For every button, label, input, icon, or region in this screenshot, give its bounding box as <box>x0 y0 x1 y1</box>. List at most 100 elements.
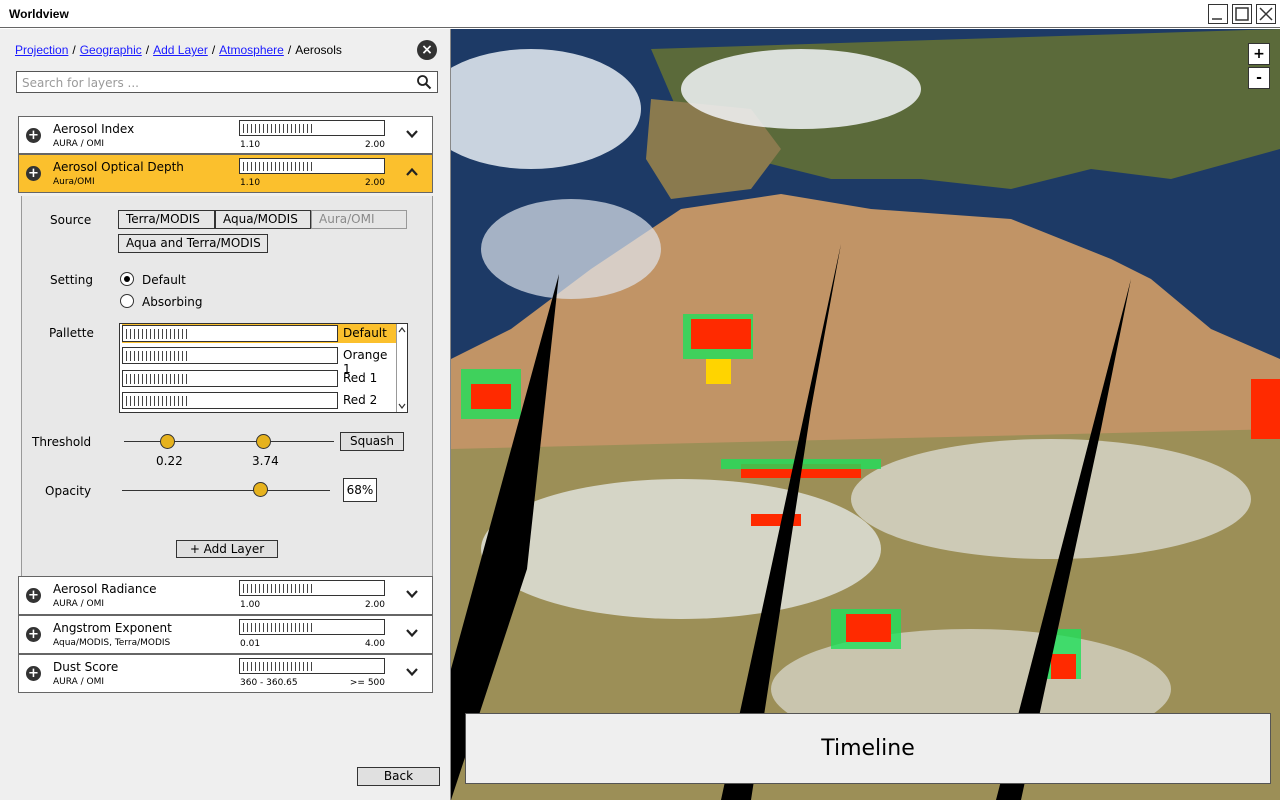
setting-label: Setting <box>50 273 93 287</box>
palette-name: Default <box>343 326 387 340</box>
timeline-panel[interactable]: Timeline <box>465 713 1271 784</box>
range-min: 0.01 <box>240 639 261 649</box>
setting-absorbing-radio[interactable] <box>120 294 134 308</box>
opacity-handle[interactable] <box>253 482 268 497</box>
add-icon[interactable]: + <box>26 166 41 181</box>
layer-item-aerosol-radiance[interactable]: + Aerosol Radiance AURA / OMI 1.00 2.00 <box>18 576 433 615</box>
close-window-button[interactable] <box>1256 4 1276 24</box>
setting-default-label: Default <box>142 273 186 287</box>
breadcrumb-projection[interactable]: Projection <box>15 43 68 57</box>
close-icon <box>1259 7 1273 21</box>
opacity-value[interactable]: 68% <box>343 478 377 502</box>
threshold-max-handle[interactable] <box>256 434 271 449</box>
palette-label: Pallette <box>49 326 94 340</box>
layer-source: AURA / OMI <box>53 139 105 149</box>
palette-item-red-1[interactable]: Red 1 <box>122 369 396 388</box>
add-icon[interactable]: + <box>26 666 41 681</box>
layer-sidebar: Projection / Geographic / Add Layer / Atmosphe… <box>0 29 451 800</box>
palette-swatch <box>122 325 338 342</box>
layer-source: Aqua/MODIS, Terra/MODIS <box>53 638 171 648</box>
layer-source: AURA / OMI <box>53 599 105 609</box>
source-terra-modis-button[interactable]: Terra/MODIS <box>118 210 215 229</box>
layer-name: Aerosol Radiance <box>53 582 157 596</box>
back-button[interactable]: Back <box>357 767 440 786</box>
layer-item-aerosol-optical-depth[interactable]: + Aerosol Optical Depth Aura/OMI 1.10 2.… <box>18 154 433 193</box>
layer-name: Dust Score <box>53 660 119 674</box>
window-titlebar: Worldview <box>0 0 1280 28</box>
breadcrumb-atmosphere[interactable]: Atmosphere <box>219 43 284 57</box>
layer-source: Aura/OMI <box>53 177 95 187</box>
layer-item-aerosol-index[interactable]: + Aerosol Index AURA / OMI 1.10 2.00 <box>18 116 433 154</box>
chevron-up-icon[interactable] <box>405 165 419 179</box>
layer-item-angstrom-exponent[interactable]: + Angstrom Exponent Aqua/MODIS, Terra/MO… <box>18 615 433 654</box>
setting-absorbing-label: Absorbing <box>142 295 203 309</box>
minimize-button[interactable] <box>1208 4 1228 24</box>
setting-default-radio[interactable] <box>120 272 134 286</box>
breadcrumb-current: Aerosols <box>295 43 342 57</box>
palette-item-default[interactable]: Default <box>122 324 396 343</box>
palette-bar <box>239 619 385 635</box>
palette-list: Default Orange 1 Red 1 Red 2 <box>119 323 408 413</box>
zoom-in-button[interactable]: + <box>1248 43 1270 65</box>
palette-bar <box>239 580 385 596</box>
breadcrumb: Projection / Geographic / Add Layer / Atmosphe… <box>15 43 342 57</box>
range-min: 1.00 <box>240 600 261 610</box>
breadcrumb-geographic[interactable]: Geographic <box>80 43 142 57</box>
source-aqua-terra-modis-button[interactable]: Aqua and Terra/MODIS <box>118 234 268 253</box>
search-input[interactable] <box>17 73 407 93</box>
layer-name: Aerosol Optical Depth <box>53 160 184 174</box>
range-min: 360 - 360.65 <box>240 678 298 688</box>
palette-item-red-2[interactable]: Red 2 <box>122 391 396 410</box>
range-max: >= 500 <box>349 678 385 688</box>
chevron-down-icon[interactable] <box>405 665 419 679</box>
source-aura-omi-button[interactable]: Aura/OMI <box>311 210 407 229</box>
palette-swatch <box>122 347 338 364</box>
maximize-button[interactable] <box>1232 4 1252 24</box>
palette-item-orange-1[interactable]: Orange 1 <box>122 346 396 376</box>
opacity-slider-track[interactable] <box>122 490 330 491</box>
threshold-min-handle[interactable] <box>160 434 175 449</box>
layer-search <box>16 71 438 93</box>
close-panel-button[interactable]: × <box>417 40 437 60</box>
threshold-min-value: 0.22 <box>156 454 183 468</box>
add-icon[interactable]: + <box>26 627 41 642</box>
threshold-slider-track[interactable] <box>124 441 334 442</box>
palette-bar <box>239 658 385 674</box>
range-min: 1.10 <box>240 140 261 150</box>
chevron-down-icon[interactable] <box>397 402 407 410</box>
chevron-down-icon[interactable] <box>405 127 419 141</box>
add-layer-button[interactable]: + Add Layer <box>176 540 278 558</box>
range-max: 4.00 <box>364 639 385 649</box>
threshold-max-value: 3.74 <box>252 454 279 468</box>
chevron-down-icon[interactable] <box>405 626 419 640</box>
palette-name: Red 1 <box>343 371 378 385</box>
opacity-label: Opacity <box>45 484 92 498</box>
layer-item-dust-score[interactable]: + Dust Score AURA / OMI 360 - 360.65 >= … <box>18 654 433 693</box>
palette-scrollbar[interactable] <box>396 324 407 412</box>
add-icon[interactable]: + <box>26 588 41 603</box>
map-view[interactable]: + - Timeline <box>451 29 1280 800</box>
chevron-down-icon[interactable] <box>405 587 419 601</box>
breadcrumb-add-layer[interactable]: Add Layer <box>153 43 208 57</box>
palette-swatch <box>122 392 338 409</box>
range-min: 1.10 <box>240 178 261 188</box>
source-aqua-modis-button[interactable]: Aqua/MODIS <box>215 210 311 229</box>
layer-name: Aerosol Index <box>53 122 135 136</box>
layer-name: Angstrom Exponent <box>53 621 172 635</box>
threshold-label: Threshold <box>32 435 92 449</box>
palette-swatch <box>122 370 338 387</box>
close-icon: × <box>421 42 433 58</box>
range-max: 2.00 <box>364 600 385 610</box>
search-icon[interactable] <box>416 74 432 90</box>
maximize-icon <box>1235 7 1249 21</box>
satellite-imagery <box>451 29 1280 800</box>
window-title: Worldview <box>9 7 69 21</box>
minimize-icon <box>1212 18 1222 20</box>
chevron-up-icon[interactable] <box>397 326 407 334</box>
source-label: Source <box>50 213 92 227</box>
zoom-out-button[interactable]: - <box>1248 67 1270 89</box>
add-icon[interactable]: + <box>26 128 41 143</box>
squash-button[interactable]: Squash <box>340 432 404 451</box>
palette-name: Red 2 <box>343 393 378 407</box>
palette-bar <box>239 120 385 136</box>
